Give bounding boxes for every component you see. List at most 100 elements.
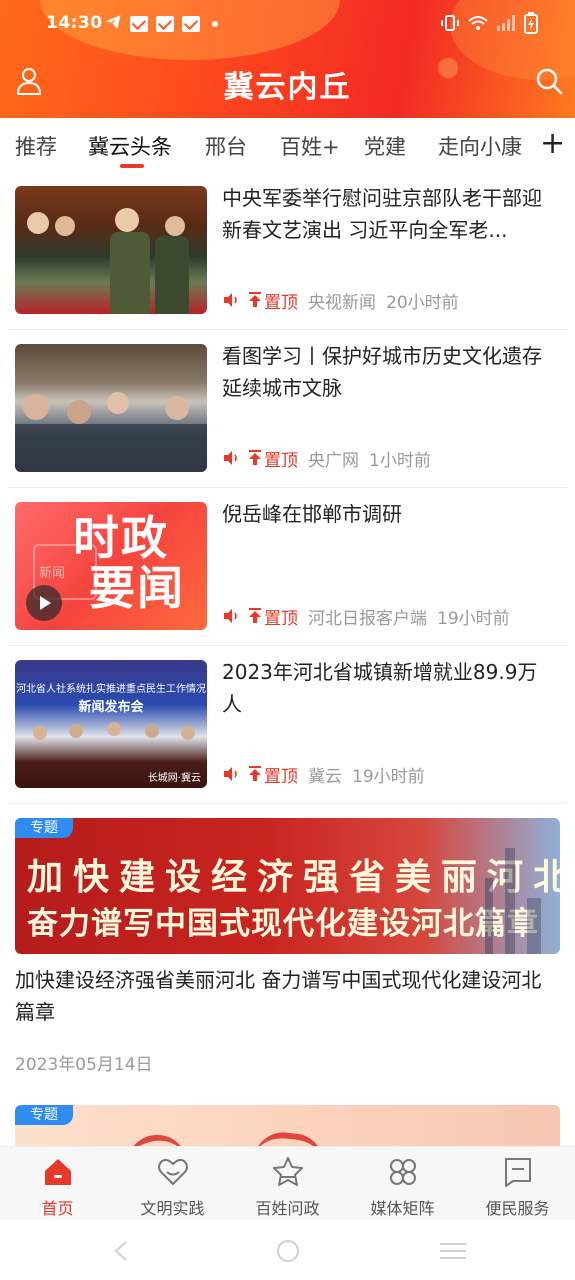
news-item[interactable]: 中央军委举行慰问驻京部队老干部迎新春文艺演出 习近平向全军老... 置顶 央视新…	[0, 172, 575, 330]
news-meta: 置顶 央广网 1小时前	[222, 446, 562, 471]
back-button[interactable]	[108, 1240, 138, 1262]
recents-button[interactable]	[438, 1240, 468, 1262]
mail-icon	[156, 16, 174, 32]
active-tab-indicator	[120, 164, 144, 168]
tab-party-building[interactable]: 党建	[364, 131, 406, 161]
news-time: 20小时前	[386, 292, 459, 313]
app-header: 14:30 冀云内丘	[0, 0, 575, 118]
pinned-badge: 置顶	[248, 604, 298, 629]
more-notifications-icon	[212, 21, 218, 27]
nav-civilization-practice[interactable]: 文明实践	[115, 1147, 230, 1221]
home-icon	[45, 1159, 71, 1185]
thumbnail-small-text: 新闻	[39, 566, 66, 581]
special-topic-card[interactable]: 加快建设经济强省美丽河北 奋力谱写中国式现代化建设河北篇章 专题 加快建设经济强…	[0, 818, 575, 1098]
thumbnail-heading: 时政	[73, 511, 169, 565]
wifi-icon	[468, 14, 488, 36]
pin-arrow-icon	[249, 450, 261, 465]
news-item[interactable]: 河北省人社系统扎实推进重点民生工作情况 新闻发布会 长城网·冀云 2023年河北…	[0, 646, 575, 804]
nav-home[interactable]: 首页	[0, 1147, 115, 1221]
news-source: 河北日报客户端	[308, 608, 427, 629]
audio-icon[interactable]	[222, 449, 240, 467]
audio-icon[interactable]	[222, 765, 240, 783]
news-title: 2023年河北省城镇新增就业89.9万人	[222, 660, 538, 716]
pinned-badge: 置顶	[248, 446, 298, 471]
battery-icon	[524, 12, 538, 38]
banner-line: 奋力谱写中国式现代化建设河北篇章	[27, 906, 539, 942]
status-bar: 14:30	[0, 0, 575, 46]
notification-icons	[104, 13, 218, 35]
mail-icon	[130, 16, 148, 32]
telegram-icon	[104, 13, 122, 35]
vibrate-icon	[440, 14, 460, 36]
news-source: 央视新闻	[308, 292, 376, 313]
news-item[interactable]: 新闻 时政 要闻 倪岳峰在邯郸市调研 置顶 河北日报客户端 19小时前	[0, 488, 575, 646]
tab-xingtai[interactable]: 邢台	[205, 131, 247, 161]
nav-convenience-services[interactable]: 便民服务	[460, 1147, 575, 1221]
system-icons	[440, 12, 538, 38]
news-meta: 置顶 冀云 19小时前	[222, 762, 562, 787]
play-video-button[interactable]	[26, 585, 62, 621]
news-thumbnail: 新闻 时政 要闻	[15, 502, 207, 630]
news-source: 冀云	[308, 766, 342, 787]
bottom-navigation: 首页 文明实践 百姓问政 媒体矩阵 便民服务	[0, 1146, 575, 1220]
news-meta: 置顶 河北日报客户端 19小时前	[222, 604, 562, 629]
nav-public-inquiry[interactable]: 百姓问政	[230, 1147, 345, 1221]
signal-icon	[496, 14, 516, 36]
news-title: 倪岳峰在邯郸市调研	[222, 502, 402, 526]
status-time: 14:30	[46, 13, 103, 33]
system-navigation-bar	[0, 1220, 575, 1280]
nav-label: 文明实践	[140, 1199, 205, 1218]
audio-icon[interactable]	[222, 291, 240, 309]
pin-arrow-icon	[249, 608, 261, 623]
heart-icon	[158, 1158, 188, 1186]
news-source: 央广网	[308, 450, 359, 471]
pinned-badge: 置顶	[248, 762, 298, 787]
pin-arrow-icon	[249, 766, 261, 781]
special-topic-card[interactable]: 专题	[15, 1105, 560, 1146]
nav-label: 百姓问政	[255, 1199, 320, 1218]
special-topic-date: 2023年05月14日	[15, 1055, 153, 1075]
nav-media-matrix[interactable]: 媒体矩阵	[345, 1147, 460, 1221]
tab-baixing[interactable]: 百姓+	[280, 131, 340, 161]
news-thumbnail	[15, 344, 207, 472]
back-icon	[114, 1241, 127, 1261]
thumbnail-watermark: 长城网·冀云	[147, 773, 201, 784]
news-title: 看图学习丨保护好城市历史文化遗存 延续城市文脉	[222, 344, 542, 400]
audio-icon[interactable]	[222, 607, 240, 625]
bookmark-icon	[505, 1158, 531, 1187]
search-button[interactable]	[532, 64, 566, 98]
tab-jiyun-headlines[interactable]: 冀云头条	[88, 131, 172, 161]
app-title: 冀云内丘	[223, 70, 352, 105]
news-meta: 置顶 央视新闻 20小时前	[222, 288, 562, 313]
thumbnail-heading: 要闻	[89, 561, 185, 615]
home-button[interactable]	[273, 1240, 303, 1262]
tab-xiaokang[interactable]: 走向小康	[438, 131, 522, 161]
thumbnail-banner-text: 新闻发布会	[78, 700, 144, 715]
news-feed[interactable]: 中央军委举行慰问驻京部队老干部迎新春文艺演出 习近平向全军老... 置顶 央视新…	[0, 172, 575, 1146]
nav-label: 媒体矩阵	[370, 1199, 435, 1218]
topic-tag: 专题	[15, 1105, 73, 1125]
news-time: 19小时前	[352, 766, 425, 787]
tab-recommend[interactable]: 推荐	[15, 131, 57, 161]
search-icon	[536, 68, 563, 95]
news-thumbnail	[15, 186, 207, 314]
pin-arrow-icon	[249, 292, 261, 307]
news-time: 19小时前	[437, 608, 510, 629]
top-navigation: 冀云内丘	[0, 54, 575, 110]
news-item[interactable]: 看图学习丨保护好城市历史文化遗存 延续城市文脉 置顶 央广网 1小时前	[0, 330, 575, 488]
add-channel-button[interactable]: +	[540, 129, 565, 159]
pinned-badge: 置顶	[248, 288, 298, 313]
banner-line: 加快建设经济强省美丽河北	[27, 857, 560, 898]
grid-icon	[390, 1159, 416, 1185]
thumbnail-banner-text: 河北省人社系统扎实推进重点民生工作情况	[16, 684, 206, 695]
topic-tag: 专题	[15, 818, 73, 838]
nav-label: 便民服务	[485, 1199, 550, 1218]
news-time: 1小时前	[369, 450, 431, 471]
mail-icon	[182, 16, 200, 32]
star-icon	[273, 1157, 303, 1186]
divider	[8, 803, 567, 804]
category-tabs: 推荐 冀云头条 邢台 百姓+ 党建 走向小康 +	[0, 118, 575, 172]
menu-icon	[440, 1243, 466, 1259]
home-circle-icon	[277, 1240, 299, 1262]
news-title: 中央军委举行慰问驻京部队老干部迎新春文艺演出 习近平向全军老...	[222, 186, 542, 242]
